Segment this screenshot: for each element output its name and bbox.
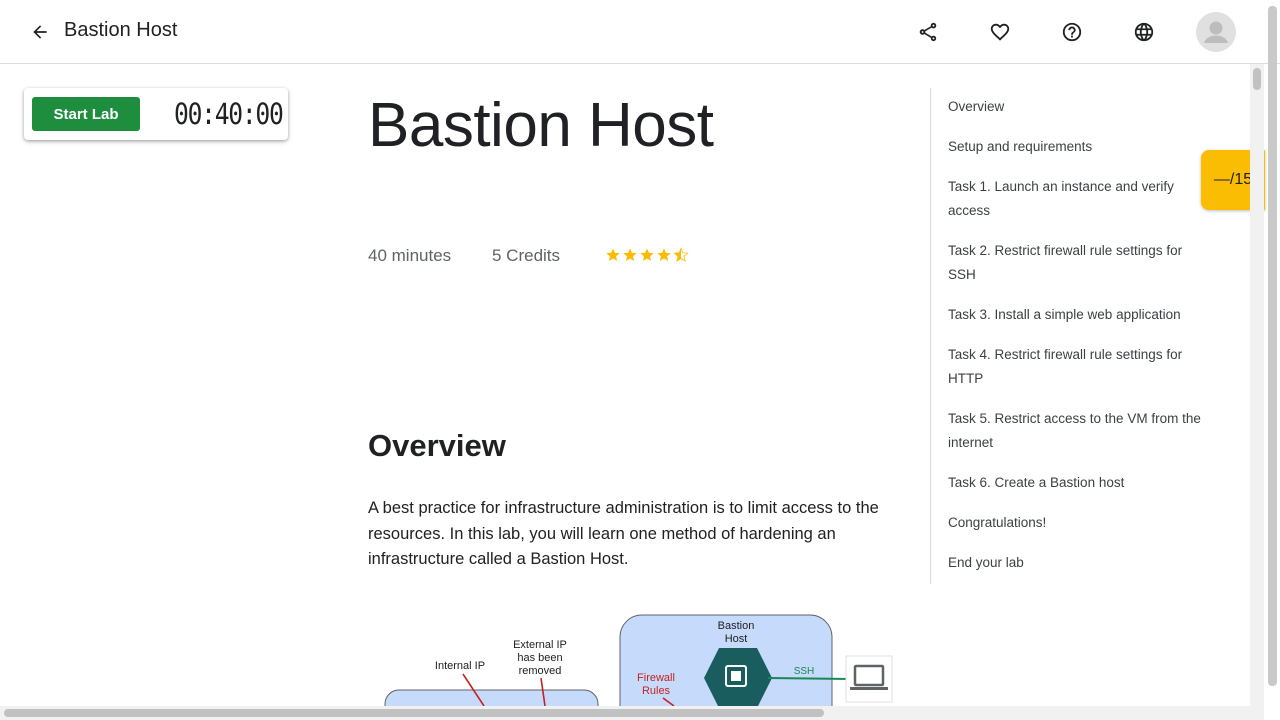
toc-item-task-2[interactable]: Task 2. Restrict firewall rule settings … (948, 239, 1210, 287)
share-icon (919, 22, 937, 42)
help-button[interactable] (1056, 16, 1088, 48)
globe-icon (1134, 22, 1154, 42)
arrow-back-icon (33, 25, 47, 39)
person-icon (1204, 21, 1228, 43)
avatar[interactable] (1196, 12, 1236, 52)
star-icon (606, 248, 620, 261)
overview-paragraph: A best practice for infrastructure admin… (368, 499, 879, 568)
toc-item-end-lab[interactable]: End your lab (948, 551, 1210, 575)
star-half-icon (673, 247, 689, 262)
back-button[interactable] (24, 16, 56, 48)
table-of-contents: Overview Setup and requirements Task 1. … (930, 88, 1210, 584)
heart-icon (990, 23, 1010, 41)
toc-item-task-1[interactable]: Task 1. Launch an instance and verify ac… (948, 175, 1210, 223)
favorite-button[interactable] (984, 16, 1016, 48)
external-ip-label: External IP has been removed (513, 639, 567, 677)
ssh-label: SSH (793, 666, 815, 677)
toc-item-task-3[interactable]: Task 3. Install a simple web application (948, 303, 1210, 327)
star-icon (623, 248, 637, 261)
star-icon (640, 248, 654, 261)
lab-duration: 40 minutes (368, 246, 452, 265)
content-scrollbar-thumb[interactable] (1253, 68, 1261, 90)
top-app-bar: Bastion Host (0, 0, 1280, 64)
lab-timer: 00:40:00 (174, 97, 284, 131)
lab-credits: 5 Credits (492, 246, 561, 265)
language-button[interactable] (1128, 16, 1160, 48)
horizontal-scrollbar-thumb[interactable] (4, 709, 824, 717)
page-scrollbar-thumb[interactable] (1268, 6, 1277, 686)
toc-item-task-5[interactable]: Task 5. Restrict access to the VM from t… (948, 407, 1210, 455)
firewall-rules-label: Firewall Rules (637, 672, 675, 697)
lab-control-card: Start Lab 00:40:00 (24, 88, 288, 140)
share-button[interactable] (912, 16, 944, 48)
star-rating (605, 247, 689, 263)
content-scrollbar[interactable] (1250, 64, 1264, 706)
toc-item-task-6[interactable]: Task 6. Create a Bastion host (948, 471, 1210, 495)
toc-item-setup[interactable]: Setup and requirements (948, 135, 1210, 159)
overview-heading: Overview (368, 428, 506, 463)
internal-ip-label: Internal IP (434, 660, 486, 672)
bastion-host-label: Bastion Host (717, 620, 755, 645)
toc-item-congratulations[interactable]: Congratulations! (948, 511, 1210, 535)
toc-item-overview[interactable]: Overview (948, 95, 1210, 119)
help-icon (1062, 22, 1082, 42)
lab-title: Bastion Host (368, 91, 714, 160)
toc-item-task-4[interactable]: Task 4. Restrict firewall rule settings … (948, 343, 1210, 391)
app-title: Bastion Host (64, 19, 178, 41)
start-lab-button[interactable]: Start Lab (32, 97, 140, 131)
star-icon (657, 248, 671, 261)
bastion-host-diagram: Internal IP External IP has been removed… (368, 610, 908, 706)
